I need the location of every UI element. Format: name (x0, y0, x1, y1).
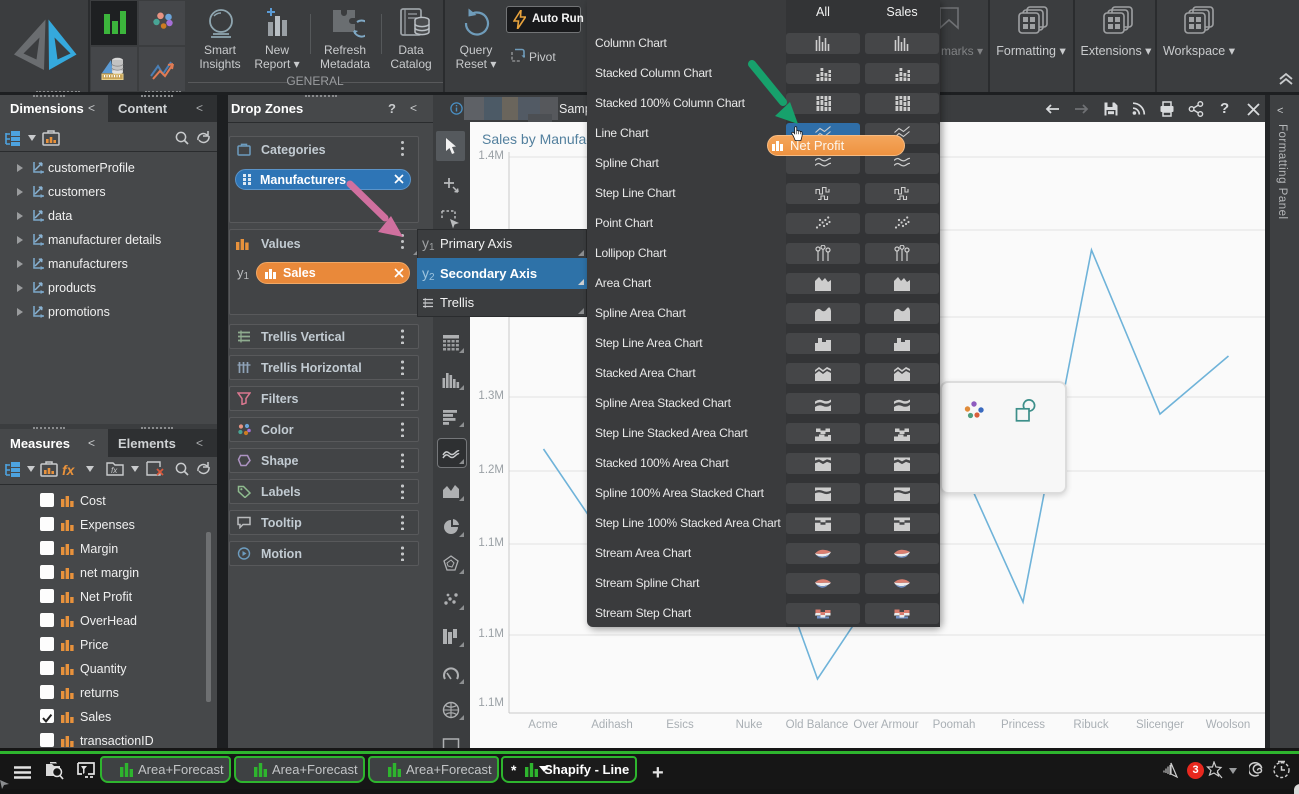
svg-text:fx: fx (111, 466, 118, 475)
